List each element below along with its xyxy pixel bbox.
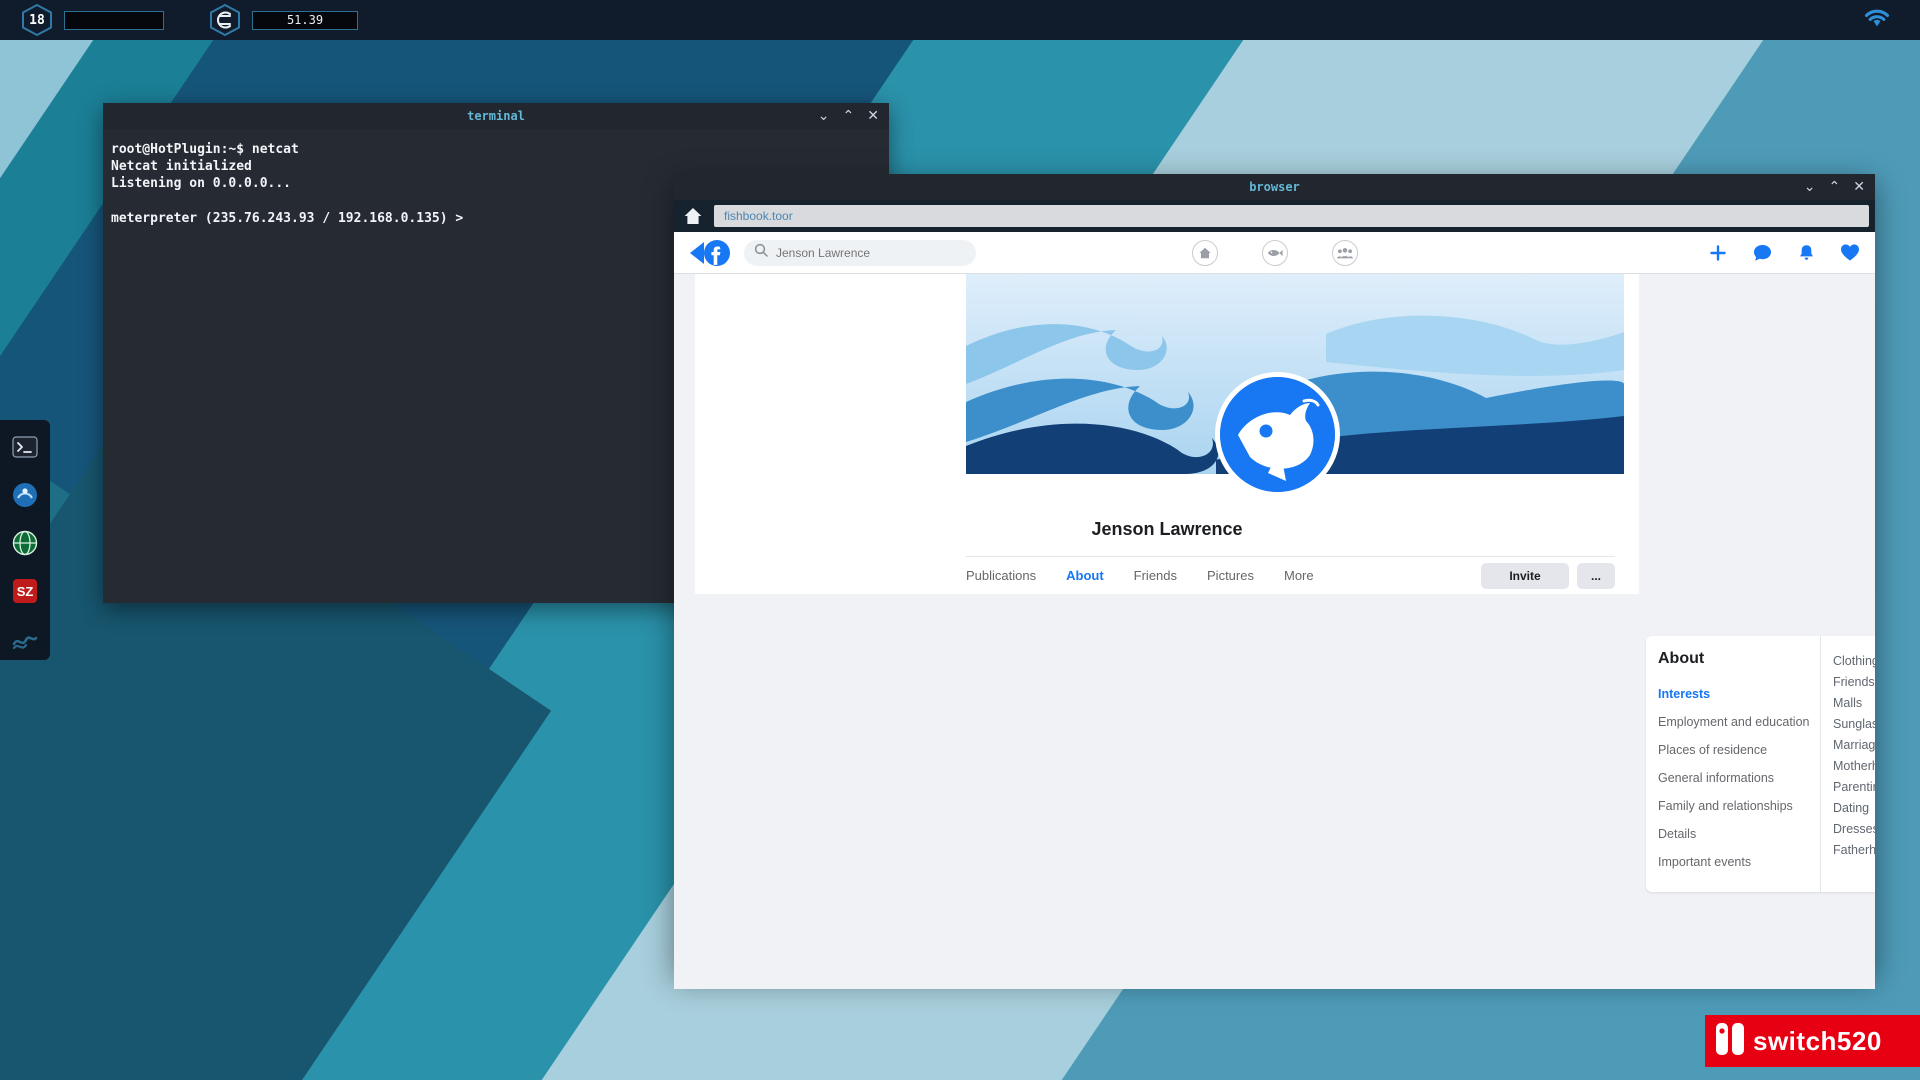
list-item: Parenting bbox=[1833, 779, 1875, 794]
profile-avatar[interactable] bbox=[1215, 372, 1340, 497]
tab-publications[interactable]: Publications bbox=[966, 568, 1036, 583]
about-card: About Interests Employment and education… bbox=[1646, 636, 1875, 892]
browser-window[interactable]: browser ⌄ ⌃ ✕ fishbook.toor Jenson Lawre… bbox=[674, 174, 1875, 989]
fishbook-right-nav bbox=[1707, 242, 1861, 264]
profile-name: Jenson Lawrence bbox=[1091, 519, 1243, 539]
list-item: Motherhood bbox=[1833, 758, 1875, 773]
browser-titlebar: browser ⌄ ⌃ ✕ bbox=[674, 174, 1875, 200]
fishbook-logo-icon[interactable] bbox=[688, 238, 732, 268]
maximize-icon[interactable]: ⌃ bbox=[843, 109, 855, 123]
fishbook-page: Jenson Lawrence Publications About Frien… bbox=[674, 274, 1875, 989]
fishbook-center-nav bbox=[1191, 239, 1358, 266]
status-bar-2: 51.39 bbox=[252, 10, 358, 30]
about-menu-employment[interactable]: Employment and education bbox=[1656, 708, 1820, 736]
list-item: Dresses bbox=[1833, 821, 1875, 836]
nav-home-icon[interactable] bbox=[1191, 239, 1218, 266]
maximize-icon[interactable]: ⌃ bbox=[1829, 180, 1841, 194]
watermark: switch520 bbox=[1705, 1015, 1920, 1067]
profile-tabs: Publications About Friends Pictures More… bbox=[966, 556, 1615, 594]
about-menu-general[interactable]: General informations bbox=[1656, 764, 1820, 792]
terminal-window-buttons: ⌄ ⌃ ✕ bbox=[818, 103, 879, 129]
dock-item-browser[interactable] bbox=[10, 528, 40, 558]
home-icon[interactable] bbox=[680, 206, 706, 226]
tab-more[interactable]: More bbox=[1284, 568, 1314, 583]
status-bar-1 bbox=[64, 10, 164, 30]
minimize-icon[interactable]: ⌄ bbox=[1804, 180, 1816, 194]
tab-pictures[interactable]: Pictures bbox=[1207, 568, 1254, 583]
dock-item-network-tool[interactable] bbox=[10, 480, 40, 510]
url-input[interactable]: fishbook.toor bbox=[714, 205, 1869, 227]
dock-item-terminal[interactable] bbox=[10, 432, 40, 462]
minimize-icon[interactable]: ⌄ bbox=[818, 109, 830, 123]
interests-list: Clothing Friendship Malls Sunglasses Mar… bbox=[1821, 636, 1875, 892]
nav-people-icon[interactable] bbox=[1331, 239, 1358, 266]
terminal-line: root@HotPlugin:~$ netcat bbox=[111, 142, 299, 157]
list-item: Dating bbox=[1833, 800, 1870, 815]
heart-avatar-icon[interactable] bbox=[1839, 242, 1861, 264]
invite-button[interactable]: Invite bbox=[1480, 562, 1569, 589]
fishbook-navbar bbox=[674, 232, 1875, 274]
level-value: 18 bbox=[29, 12, 45, 28]
dock-item-wave-app[interactable] bbox=[10, 624, 40, 654]
terminal-line: Netcat initialized bbox=[111, 159, 252, 175]
browser-window-buttons: ⌄ ⌃ ✕ bbox=[1804, 174, 1865, 200]
list-item: Fatherhood bbox=[1833, 842, 1875, 857]
more-options-button[interactable]: ... bbox=[1576, 562, 1615, 589]
terminal-title: terminal bbox=[467, 109, 525, 123]
list-item: Marriage bbox=[1833, 737, 1875, 752]
browser-title: browser bbox=[1249, 180, 1300, 194]
switch-logo-icon bbox=[1715, 1022, 1745, 1061]
list-item: Malls bbox=[1833, 695, 1863, 710]
about-menu: About Interests Employment and education… bbox=[1646, 636, 1821, 892]
tab-about[interactable]: About bbox=[1066, 568, 1104, 583]
about-title: About bbox=[1658, 650, 1705, 667]
url-text: fishbook.toor bbox=[724, 209, 793, 223]
level-hex-badge: 18 bbox=[20, 3, 54, 37]
terminal-titlebar: terminal ⌄ ⌃ ✕ bbox=[103, 103, 889, 129]
profile-card: Jenson Lawrence Publications About Frien… bbox=[695, 274, 1639, 594]
about-menu-residence[interactable]: Places of residence bbox=[1656, 736, 1820, 764]
company-hex-logo-icon bbox=[208, 3, 242, 37]
nav-fish-icon[interactable] bbox=[1261, 239, 1288, 266]
about-menu-details[interactable]: Details bbox=[1656, 820, 1820, 848]
browser-toolbar: fishbook.toor bbox=[674, 200, 1875, 232]
app-dock: SZ bbox=[0, 420, 50, 660]
search-icon bbox=[754, 243, 768, 262]
tab-friends[interactable]: Friends bbox=[1134, 568, 1177, 583]
about-menu-events[interactable]: Important events bbox=[1656, 848, 1820, 876]
watermark-label: switch520 bbox=[1753, 1025, 1882, 1056]
about-menu-interests[interactable]: Interests bbox=[1656, 680, 1820, 708]
list-item: Sunglasses bbox=[1833, 716, 1875, 731]
top-status-bar: 18 51.39 bbox=[0, 0, 1920, 40]
search-input[interactable] bbox=[744, 239, 976, 266]
wifi-icon[interactable] bbox=[1862, 7, 1892, 34]
list-item: Clothing bbox=[1833, 653, 1875, 668]
bell-icon[interactable] bbox=[1795, 242, 1817, 264]
close-icon[interactable]: ✕ bbox=[1853, 180, 1865, 194]
svg-text:SZ: SZ bbox=[17, 584, 34, 599]
dock-item-sz-app[interactable]: SZ bbox=[10, 576, 40, 606]
close-icon[interactable]: ✕ bbox=[867, 109, 879, 123]
about-menu-family[interactable]: Family and relationships bbox=[1656, 792, 1820, 820]
chat-bubble-icon[interactable] bbox=[1751, 242, 1773, 264]
list-item: Friendship bbox=[1833, 674, 1875, 689]
plus-icon[interactable] bbox=[1707, 242, 1729, 264]
search-field[interactable] bbox=[776, 245, 966, 260]
